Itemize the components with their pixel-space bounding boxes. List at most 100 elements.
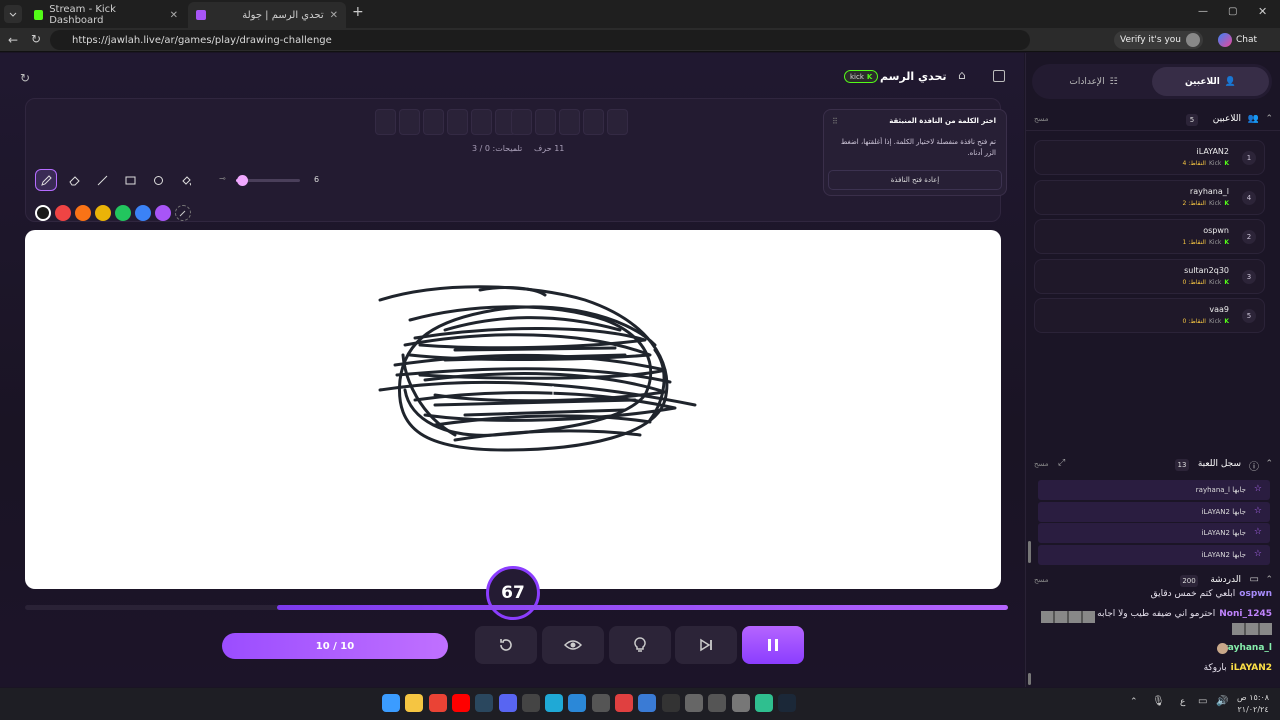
tab-settings[interactable]: ☷ الإعدادات: [1035, 67, 1152, 96]
player-row[interactable]: 1 iLAYAN2 النقاط: 4 Kick K: [1034, 140, 1265, 175]
color-swatch[interactable]: [55, 205, 71, 221]
app-icon[interactable]: [591, 694, 610, 712]
color-swatch[interactable]: [135, 205, 151, 221]
eyedropper-icon[interactable]: [175, 205, 191, 221]
word-choice-popup: ⠿ اختر الكلمة من النافذة المنبثقة تم فتح…: [823, 109, 1007, 196]
call-of-duty-icon[interactable]: [521, 694, 540, 712]
app: ↻ ⌂ تحدي الرسم kick K 11 حرف تلميحات: 0 …: [0, 53, 1280, 687]
chat-text: ابلعي كتم خمس دقايق: [1150, 589, 1236, 599]
pause-button[interactable]: [742, 626, 804, 664]
drag-handle-icon[interactable]: ⠿: [832, 117, 838, 126]
scrollbar[interactable]: [1028, 673, 1031, 685]
color-swatch[interactable]: [115, 205, 131, 221]
settings-icon[interactable]: [731, 694, 750, 712]
refresh-game-icon[interactable]: ↻: [20, 71, 30, 85]
chevron-up-icon[interactable]: ⌃: [1130, 697, 1138, 707]
pen-tool-button[interactable]: [35, 169, 57, 191]
shield-icon[interactable]: [638, 694, 657, 712]
microphone-icon[interactable]: 🎙: [1152, 696, 1165, 707]
steam-icon[interactable]: [778, 694, 797, 712]
close-icon[interactable]: ✕: [170, 10, 178, 21]
discord-icon[interactable]: [498, 694, 517, 712]
edge-icon[interactable]: [545, 694, 564, 712]
brush-size-knob[interactable]: [237, 175, 249, 186]
close-window-button[interactable]: ✕: [1258, 5, 1267, 18]
app-icon[interactable]: [754, 694, 773, 712]
fill-tool-button[interactable]: [175, 169, 197, 191]
maximize-button[interactable]: ▢: [1228, 6, 1237, 17]
tab-kick-dashboard[interactable]: Stream - Kick Dashboard ✕: [26, 2, 186, 28]
home-icon[interactable]: ⌂: [958, 68, 966, 82]
network-icon[interactable]: ▭: [1198, 696, 1207, 707]
chat-count-badge: 200: [1180, 575, 1198, 587]
time-progress-fill: [277, 605, 1008, 610]
chat-username[interactable]: rayhana_l: [1223, 643, 1272, 653]
file-explorer-icon[interactable]: [405, 694, 424, 712]
color-swatch[interactable]: [75, 205, 91, 221]
app-a-icon[interactable]: [615, 694, 633, 712]
emote-icon: [1041, 611, 1095, 623]
reset-button[interactable]: [475, 626, 537, 664]
refresh-icon[interactable]: ↻: [31, 32, 41, 46]
chat-username[interactable]: Noni_1245: [1219, 609, 1272, 619]
kick-logo-icon: K: [866, 72, 873, 81]
player-row[interactable]: 2 ospwn النقاط: 1 Kick K: [1034, 219, 1265, 254]
word-letter-slot: [607, 109, 628, 135]
color-swatch[interactable]: [35, 205, 51, 221]
circle-tool-button[interactable]: [147, 169, 169, 191]
color-swatch[interactable]: [95, 205, 111, 221]
chevron-up-icon[interactable]: ⌃: [1265, 575, 1273, 585]
obs-icon[interactable]: [661, 694, 680, 712]
close-icon[interactable]: ✕: [330, 10, 338, 21]
chevron-up-icon[interactable]: ⌃: [1265, 114, 1273, 124]
reveal-button[interactable]: [542, 626, 604, 664]
app-f-icon[interactable]: [568, 694, 587, 712]
player-rank: 5: [1242, 309, 1256, 323]
collapse-sidebar-icon[interactable]: [993, 70, 1005, 82]
chevron-up-icon[interactable]: ⌃: [1265, 459, 1273, 469]
tab-players[interactable]: 👤 اللاعبين: [1152, 67, 1269, 96]
language-indicator[interactable]: ع: [1180, 697, 1185, 707]
url-field[interactable]: https://jawlah.live/ar/games/play/drawin…: [50, 30, 1030, 50]
player-row[interactable]: 4 rayhana_l النقاط: 2 Kick K: [1034, 179, 1265, 215]
youtube-icon[interactable]: [451, 694, 470, 712]
drawing-canvas[interactable]: [25, 230, 1001, 589]
clear-chat-button[interactable]: مسح: [1034, 576, 1049, 584]
new-tab-button[interactable]: +: [352, 4, 364, 20]
line-tool-button[interactable]: [91, 169, 113, 191]
verify-button[interactable]: Verify it's you: [1114, 31, 1203, 49]
brush-size-slider[interactable]: [236, 175, 300, 186]
chat-username[interactable]: ospwn: [1239, 589, 1272, 599]
reopen-window-button[interactable]: إعادة فتح النافذة: [828, 170, 1002, 190]
word-letter-slot: [471, 109, 492, 135]
clear-players-button[interactable]: مسح: [1034, 115, 1049, 123]
hint-button[interactable]: [609, 626, 671, 664]
steam-icon[interactable]: [475, 694, 494, 712]
color-swatch[interactable]: [155, 205, 171, 221]
chat-label: Chat: [1236, 35, 1258, 45]
rectangle-tool-button[interactable]: [119, 169, 141, 191]
eraser-tool-button[interactable]: [63, 169, 85, 191]
copilot-chat-button[interactable]: Chat: [1218, 31, 1257, 49]
expand-icon[interactable]: ⤢: [1058, 458, 1065, 468]
tab-actions-button[interactable]: [4, 5, 22, 23]
log-text: rayhana_l جابها: [1195, 486, 1246, 494]
sliders-icon: ☷: [1109, 76, 1118, 87]
player-row[interactable]: 5 vaa9 النقاط: 0 Kick K: [1034, 298, 1265, 333]
chat-username[interactable]: iLAYAN2: [1231, 663, 1272, 673]
clear-log-button[interactable]: مسح: [1034, 460, 1049, 468]
chrome-icon[interactable]: [428, 694, 447, 712]
speaker-icon[interactable]: 🔊: [1216, 696, 1228, 707]
tab-drawing-challenge[interactable]: تحدي الرسم | جولة ✕: [188, 2, 346, 28]
clock[interactable]: ١٥:٠٨ ص ٢١/٠٢/٢٤: [1237, 692, 1269, 716]
app-icon[interactable]: [684, 694, 703, 712]
back-icon[interactable]: ←: [8, 33, 18, 47]
avatar: [1185, 33, 1200, 47]
player-row[interactable]: 3 sultan2q30 النقاط: 0 Kick K: [1034, 258, 1265, 294]
app-icon[interactable]: [708, 694, 727, 712]
windows-start-icon[interactable]: [382, 694, 400, 712]
minimize-button[interactable]: —: [1198, 6, 1208, 17]
skip-button[interactable]: [675, 626, 737, 664]
chat-message: Noni_1245احترمو اني ضيفه طيب ولا اجابه ص…: [1081, 609, 1272, 619]
scrollbar[interactable]: [1028, 541, 1031, 563]
